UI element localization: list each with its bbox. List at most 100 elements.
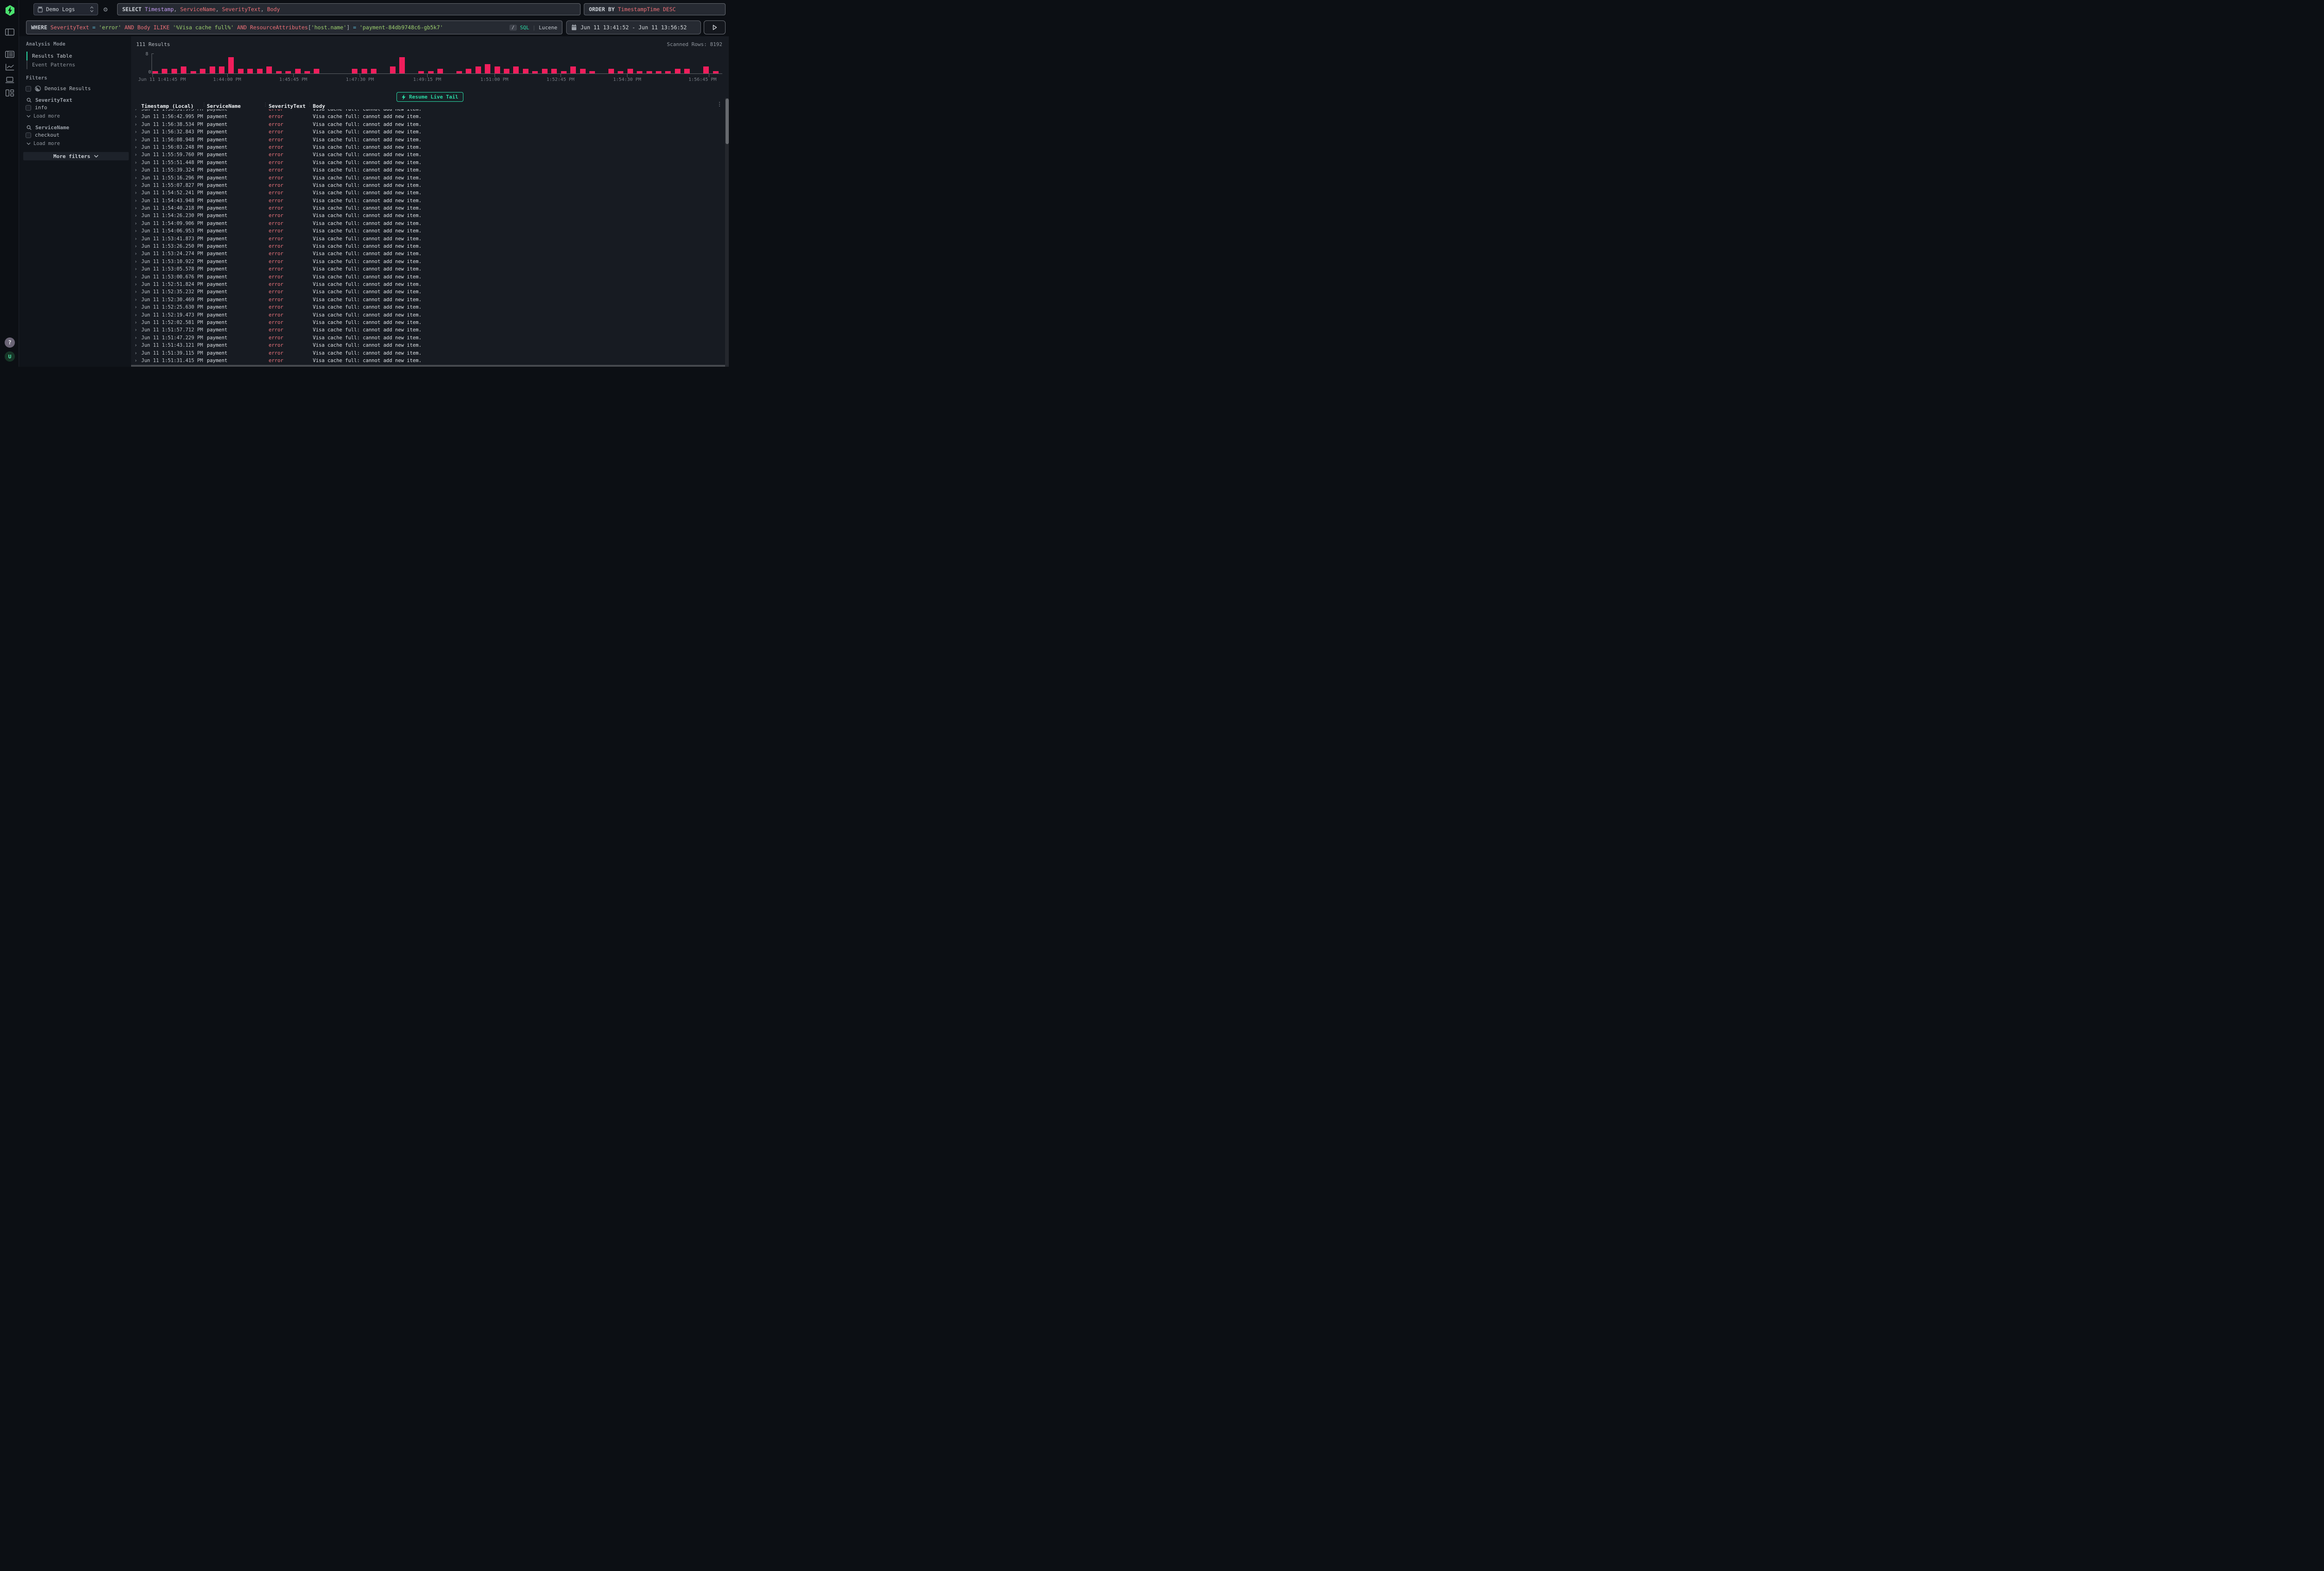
column-resize-handle[interactable]: ⋮: [263, 102, 268, 107]
horizontal-scrollbar[interactable]: [131, 365, 725, 367]
histogram-bar[interactable]: [466, 69, 471, 73]
histogram-bar[interactable]: [475, 66, 481, 73]
table-row[interactable]: ›Jun 11 1:55:59.760 PMpaymenterrorVisa c…: [131, 152, 725, 159]
histogram-bar[interactable]: [238, 69, 244, 73]
histogram-bar[interactable]: [257, 69, 263, 73]
help-button[interactable]: ?: [5, 337, 15, 348]
where-query-input[interactable]: WHERE SeverityText = 'error' AND Body IL…: [26, 20, 562, 34]
column-header-servicename[interactable]: ServiceName: [207, 103, 241, 109]
table-row[interactable]: ›Jun 11 1:53:26.250 PMpaymenterrorVisa c…: [131, 243, 725, 251]
histogram-bar[interactable]: [504, 69, 509, 73]
load-more-link[interactable]: Load more: [26, 141, 60, 146]
table-row[interactable]: ›Jun 11 1:56:03.248 PMpaymenterrorVisa c…: [131, 144, 725, 152]
histogram-bar[interactable]: [162, 69, 167, 73]
table-row[interactable]: ›Jun 11 1:52:02.581 PMpaymenterrorVisa c…: [131, 319, 725, 327]
table-row[interactable]: ›Jun 11 1:52:19.473 PMpaymenterrorVisa c…: [131, 312, 725, 319]
histogram-bar[interactable]: [485, 64, 490, 73]
table-row[interactable]: ›Jun 11 1:54:40.218 PMpaymenterrorVisa c…: [131, 205, 725, 212]
load-more-link[interactable]: Load more: [26, 113, 60, 119]
order-by-input[interactable]: ORDER BY TimestampTime DESC: [584, 3, 726, 15]
histogram-bar[interactable]: [513, 66, 519, 73]
run-query-button[interactable]: [704, 20, 726, 34]
table-row[interactable]: ›Jun 11 1:52:25.630 PMpaymenterrorVisa c…: [131, 304, 725, 311]
histogram-bar[interactable]: [551, 69, 557, 73]
histogram-bar[interactable]: [608, 69, 614, 73]
histogram-bar[interactable]: [703, 66, 709, 73]
histogram-bar[interactable]: [542, 69, 548, 73]
table-row[interactable]: ›Jun 11 1:51:31.415 PMpaymenterrorVisa c…: [131, 357, 725, 365]
table-row[interactable]: ›Jun 11 1:55:39.324 PMpaymenterrorVisa c…: [131, 167, 725, 174]
results-histogram[interactable]: [152, 55, 722, 73]
dashboards-icon[interactable]: [5, 89, 14, 97]
column-header-severitytext[interactable]: SeverityText: [269, 103, 305, 109]
table-row[interactable]: ›Jun 11 1:56:08.948 PMpaymenterrorVisa c…: [131, 137, 725, 144]
histogram-bar[interactable]: [247, 69, 253, 73]
table-row[interactable]: ›Jun 11 1:52:35.232 PMpaymenterrorVisa c…: [131, 289, 725, 296]
table-row[interactable]: ›Jun 11 1:55:16.296 PMpaymenterrorVisa c…: [131, 175, 725, 182]
user-avatar[interactable]: U: [5, 351, 15, 362]
histogram-bar[interactable]: [627, 69, 633, 73]
table-row[interactable]: ›Jun 11 1:53:05.578 PMpaymenterrorVisa c…: [131, 266, 725, 273]
time-range-picker[interactable]: Jun 11 13:41:52 - Jun 11 13:56:52: [566, 20, 701, 34]
collapse-sidebar-icon[interactable]: [5, 28, 14, 36]
histogram-bar[interactable]: [570, 66, 576, 73]
language-option-lucene[interactable]: Lucene: [539, 25, 557, 31]
table-row[interactable]: ›Jun 11 1:53:10.922 PMpaymenterrorVisa c…: [131, 258, 725, 266]
table-row[interactable]: ›Jun 11 1:56:32.843 PMpaymenterrorVisa c…: [131, 129, 725, 136]
histogram-bar[interactable]: [371, 69, 376, 73]
column-header-timestamp[interactable]: Timestamp (Local): [141, 103, 194, 109]
histogram-bar[interactable]: [266, 66, 272, 73]
table-row[interactable]: ›Jun 11 1:53:24.274 PMpaymenterrorVisa c…: [131, 251, 725, 258]
table-row[interactable]: ›Jun 11 1:53:00.676 PMpaymenterrorVisa c…: [131, 274, 725, 281]
table-row[interactable]: ›Jun 11 1:51:43.121 PMpaymenterrorVisa c…: [131, 342, 725, 350]
denoise-checkbox[interactable]: [26, 86, 31, 92]
histogram-bar[interactable]: [172, 69, 177, 73]
table-row[interactable]: ›Jun 11 1:51:39.115 PMpaymenterrorVisa c…: [131, 350, 725, 357]
table-row[interactable]: ›Jun 11 1:56:42.995 PMpaymenterrorVisa c…: [131, 113, 725, 121]
filter-option-label[interactable]: checkout: [35, 132, 59, 138]
more-filters-button[interactable]: More filters: [23, 152, 129, 160]
histogram-bar[interactable]: [181, 66, 186, 73]
table-row[interactable]: ›Jun 11 1:54:26.230 PMpaymenterrorVisa c…: [131, 212, 725, 220]
search-logs-icon[interactable]: [5, 50, 14, 59]
table-row[interactable]: ›Jun 11 1:54:52.241 PMpaymenterrorVisa c…: [131, 190, 725, 197]
column-resize-handle[interactable]: ⋮: [202, 102, 206, 107]
table-options-menu-icon[interactable]: ⋮: [717, 101, 722, 107]
source-selector[interactable]: Demo Logs: [33, 3, 98, 15]
table-row[interactable]: ›Jun 11 1:53:41.873 PMpaymenterrorVisa c…: [131, 236, 725, 243]
column-resize-handle[interactable]: ⋮: [307, 102, 312, 107]
histogram-bar[interactable]: [675, 69, 680, 73]
histogram-bar[interactable]: [399, 57, 405, 73]
histogram-bar[interactable]: [200, 69, 205, 73]
table-row[interactable]: ›Jun 11 1:52:30.469 PMpaymenterrorVisa c…: [131, 297, 725, 304]
histogram-bar[interactable]: [495, 66, 500, 73]
resume-live-tail-button[interactable]: Resume Live Tail: [396, 92, 463, 102]
language-option-sql[interactable]: SQL: [520, 25, 529, 31]
histogram-bar[interactable]: [580, 69, 586, 73]
histogram-bar[interactable]: [228, 57, 234, 73]
table-row[interactable]: ›Jun 11 1:51:47.229 PMpaymenterrorVisa c…: [131, 335, 725, 342]
select-query-input[interactable]: SELECT Timestamp, ServiceName, SeverityT…: [117, 3, 581, 15]
histogram-bar[interactable]: [684, 69, 690, 73]
table-row[interactable]: ›Jun 11 1:55:07.827 PMpaymenterrorVisa c…: [131, 182, 725, 190]
histogram-bar[interactable]: [210, 66, 215, 73]
sessions-icon[interactable]: [5, 76, 14, 84]
histogram-bar[interactable]: [362, 69, 367, 73]
histogram-bar[interactable]: [352, 69, 357, 73]
hyperdx-logo-icon[interactable]: [5, 5, 15, 16]
denoise-label[interactable]: Denoise Results: [45, 86, 91, 92]
analysis-mode-item-results-table[interactable]: Results Table: [26, 52, 72, 60]
table-row[interactable]: ›Jun 11 1:52:51.824 PMpaymenterrorVisa c…: [131, 281, 725, 289]
filter-option-checkbox[interactable]: [26, 105, 31, 111]
filter-option-label[interactable]: info: [35, 105, 47, 111]
table-row[interactable]: ›Jun 11 1:54:09.906 PMpaymenterrorVisa c…: [131, 220, 725, 228]
chart-explorer-icon[interactable]: [5, 63, 14, 71]
vertical-scrollbar-track[interactable]: [725, 98, 729, 367]
histogram-bar[interactable]: [523, 69, 528, 73]
table-row[interactable]: ›Jun 11 1:54:43.948 PMpaymenterrorVisa c…: [131, 198, 725, 205]
histogram-bar[interactable]: [314, 69, 319, 73]
search-icon[interactable]: [26, 98, 32, 103]
table-row[interactable]: ›Jun 11 1:51:57.712 PMpaymenterrorVisa c…: [131, 327, 725, 334]
table-row[interactable]: ›Jun 11 1:54:06.953 PMpaymenterrorVisa c…: [131, 228, 725, 235]
filter-option-checkbox[interactable]: [26, 132, 31, 138]
